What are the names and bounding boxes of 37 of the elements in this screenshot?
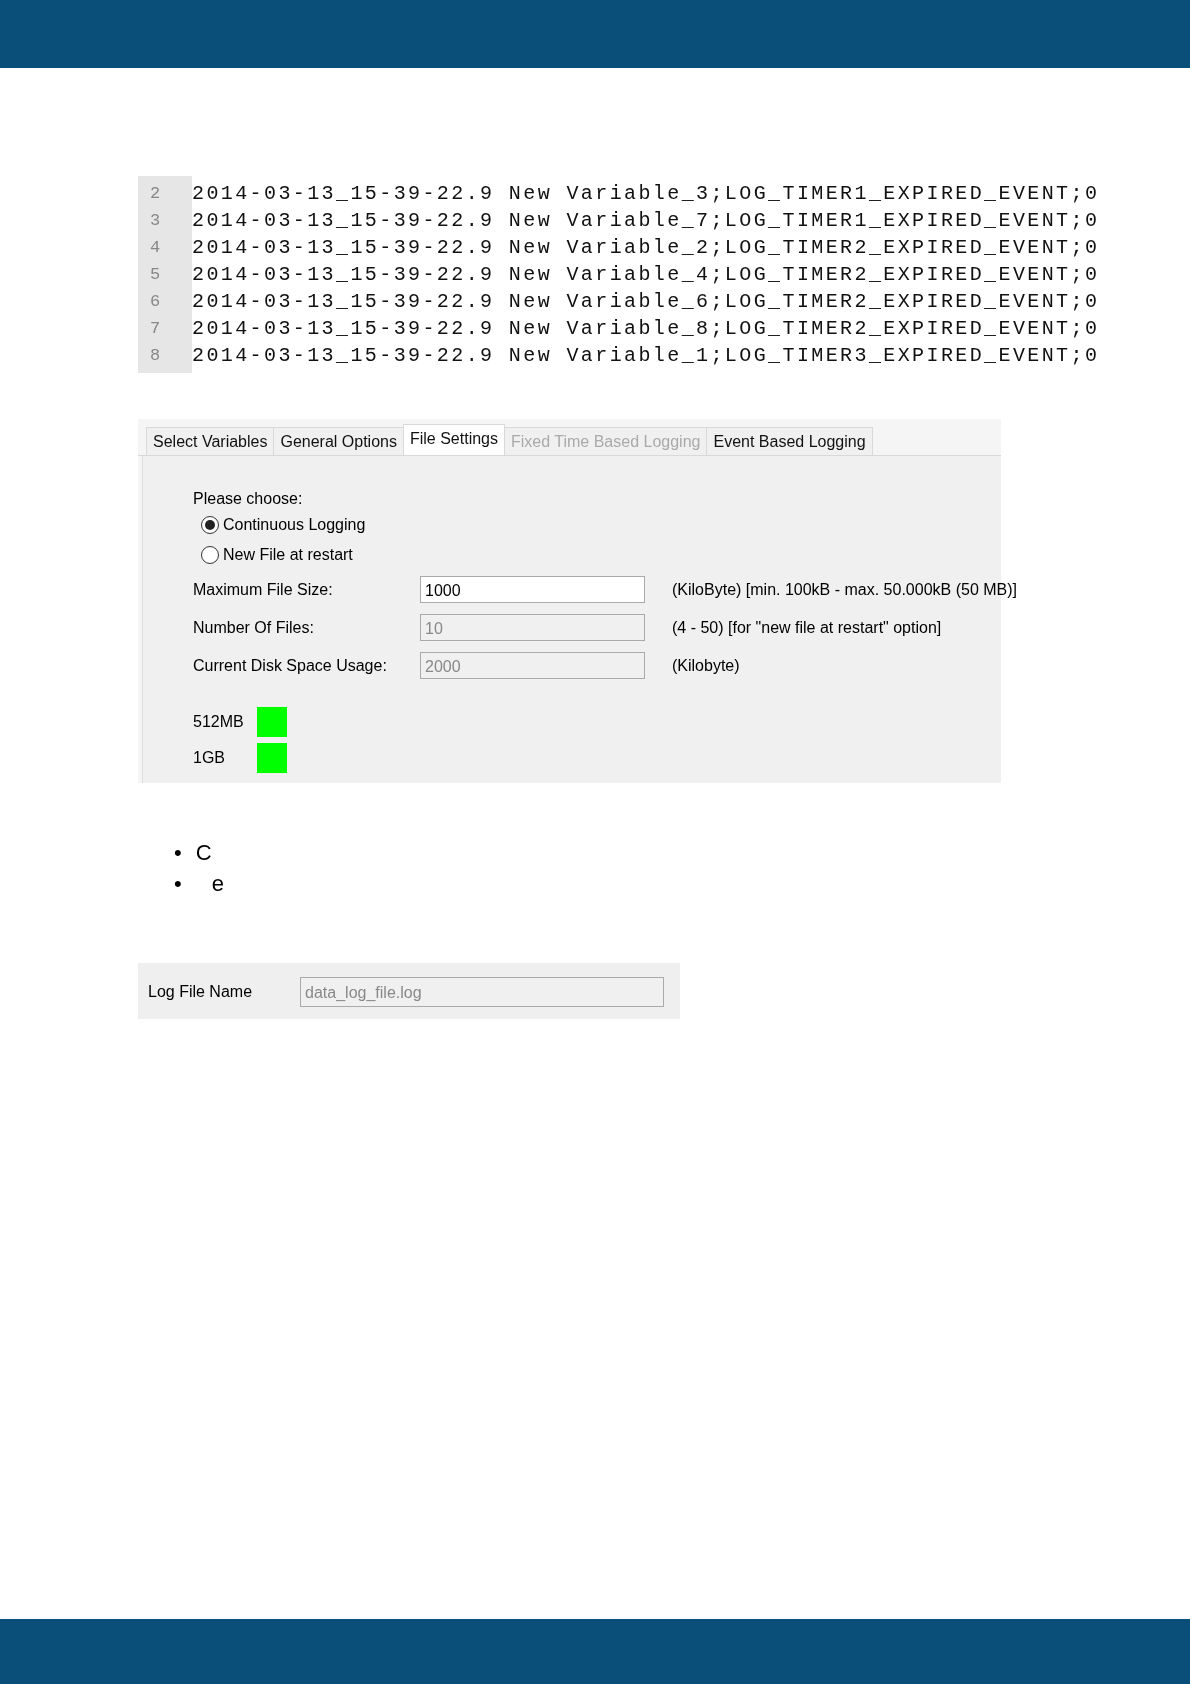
tab[interactable]: Select Variables (146, 427, 275, 455)
field-hint: (4 - 50) [for "new file at restart" option] (672, 618, 943, 637)
indicator-label: 512MB (193, 713, 245, 731)
bullet-marker: • (174, 870, 182, 897)
input-field[interactable]: 1000 (420, 576, 645, 603)
line-number: 8 (149, 345, 162, 367)
line-number: 7 (149, 318, 162, 340)
field-label: Maximum File Size: (193, 580, 334, 599)
tab[interactable]: Event Based Logging (706, 427, 873, 455)
tab[interactable]: File Settings (402, 424, 505, 455)
code-line: 2014-03-13_15-39-22.9 New Variable_6;LOG_TIMER2_EXPIRED_EVENT;0 (192, 289, 1100, 315)
field-hint: (Kilobyte) (672, 656, 741, 675)
radio-button[interactable] (201, 516, 219, 534)
radio-button[interactable] (201, 546, 219, 564)
code-line: 2014-03-13_15-39-22.9 New Variable_3;LOG_TIMER1_EXPIRED_EVENT;0 (192, 181, 1100, 207)
field-hint: (KiloByte) [min. 100kB - max. 50.000kB (50 MB)] (672, 580, 1017, 599)
field-label: Current Disk Space Usage: (193, 656, 388, 675)
line-number: 5 (149, 264, 162, 286)
field-label: Number Of Files: (193, 618, 315, 637)
bullet-marker: • (174, 839, 182, 866)
code-line: 2014-03-13_15-39-22.9 New Variable_1;LOG_TIMER3_EXPIRED_EVENT;0 (192, 343, 1100, 369)
radio-label: Continuous Logging (223, 516, 366, 534)
code-line: 2014-03-13_15-39-22.9 New Variable_8;LOG_TIMER2_EXPIRED_EVENT;0 (192, 316, 1100, 342)
bullet-text: e (210, 870, 224, 897)
indicator-label: 1GB (193, 749, 226, 767)
line-number: 4 (149, 237, 162, 259)
line-number: 6 (149, 291, 162, 313)
radio-label: New File at restart (223, 546, 353, 564)
code-line: 2014-03-13_15-39-22.9 New Variable_2;LOG_TIMER2_EXPIRED_EVENT;0 (192, 235, 1100, 261)
code-line: 2014-03-13_15-39-22.9 New Variable_4;LOG_TIMER2_EXPIRED_EVENT;0 (192, 262, 1100, 288)
line-number: 3 (149, 210, 162, 232)
tab[interactable]: General Options (273, 427, 404, 455)
prompt-label: Please choose: (193, 490, 304, 508)
code-line: 2014-03-13_15-39-22.9 New Variable_7;LOG_TIMER1_EXPIRED_EVENT;0 (192, 208, 1100, 234)
bullet-text: C (195, 839, 212, 866)
line-number: 2 (149, 183, 162, 205)
field-label: Log File Name (148, 983, 253, 1001)
